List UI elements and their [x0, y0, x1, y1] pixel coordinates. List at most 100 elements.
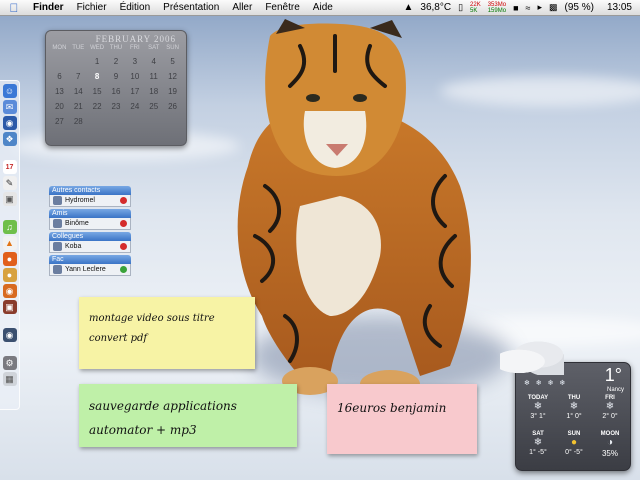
volume-icon[interactable]: ▸: [537, 2, 542, 13]
basketball-icon[interactable]: ◉: [2, 284, 17, 298]
network-monitor[interactable]: 22K 5K: [470, 2, 481, 14]
weekday-label: SUN: [166, 45, 179, 51]
buddy-row[interactable]: Yann Leclere: [49, 264, 131, 276]
calendar-day: [144, 117, 163, 126]
forecast-temps: 2° 0°: [602, 413, 618, 420]
weekday-label: FRI: [130, 45, 140, 51]
calendar-day: 2: [113, 57, 119, 66]
status-icon: [120, 220, 127, 227]
calendar-today: 8: [94, 72, 100, 81]
sticky-line: sauvegarde applications: [89, 399, 237, 413]
display-icon[interactable]: ▯: [458, 2, 463, 13]
menu-presentation[interactable]: Présentation: [158, 2, 227, 13]
temperature-readout[interactable]: 36,8°C: [420, 2, 451, 13]
trash-icon[interactable]: ▦: [2, 372, 17, 386]
sticky-line: montage video sous titre: [89, 313, 215, 324]
calendar-day: 19: [168, 87, 178, 96]
calendar-day: 6: [57, 72, 62, 81]
calendar-day: 17: [130, 87, 140, 96]
calendar-day: 1: [94, 57, 100, 66]
calendar-day: 4: [151, 57, 156, 66]
snow-icon: ❄: [533, 437, 543, 448]
calendar-day: 25: [149, 102, 159, 111]
buddy-row[interactable]: Hydromel: [49, 195, 131, 207]
calendar-day: 9: [113, 72, 119, 81]
system-preferences-icon[interactable]: ⚙: [2, 356, 17, 370]
forecast-temps: 1° -5°: [529, 449, 547, 456]
calendar-day: 18: [149, 87, 159, 96]
menu-aller[interactable]: Aller: [227, 2, 260, 13]
menu-bar:  Finder Fichier Édition Présentation Al…: [0, 0, 640, 16]
memory-monitor[interactable]: 353Mo 159Mo: [488, 2, 506, 14]
menu-fichier[interactable]: Fichier: [72, 2, 115, 13]
status-icon: [120, 243, 127, 250]
vlc-icon[interactable]: ▲: [2, 236, 17, 250]
photo-icon[interactable]: ▣: [2, 300, 17, 314]
avatar: [53, 242, 62, 251]
calendar-day: 24: [130, 102, 140, 111]
safari-icon[interactable]: ❖: [2, 132, 17, 146]
forecast-day: SAT ❄ 1° -5°: [520, 431, 556, 467]
sticky-note-green[interactable]: sauvegarde applications automator + mp3: [79, 384, 297, 447]
menu-clock[interactable]: 13:05: [607, 2, 632, 13]
calendar-day: [50, 57, 69, 66]
calendar-day: [125, 117, 144, 126]
sticky-note-pink[interactable]: 16euros benjamin: [327, 384, 477, 454]
menu-fenetre[interactable]: Fenêtre: [260, 2, 307, 13]
buddy-name: Hydromel: [65, 196, 95, 204]
preview-icon[interactable]: ▣: [2, 192, 17, 206]
current-temperature: 1°: [604, 365, 622, 385]
cloud-icon: [500, 341, 564, 375]
calendar-day: [88, 117, 107, 126]
forecast-day: FRI ❄ 2° 0°: [592, 395, 628, 431]
calendar-month-label: FEBRUARY 2006: [95, 34, 176, 44]
buddy-row[interactable]: Koba: [49, 241, 131, 253]
forecast-day: MOON ◑ 35%: [592, 431, 628, 467]
calendar-day: [69, 57, 88, 66]
temperature-monitor-icon[interactable]: ▲: [403, 2, 413, 13]
calendar-day: 10: [130, 72, 140, 81]
mail-icon[interactable]: ✉: [2, 100, 17, 114]
snow-icon: ❄: [605, 401, 615, 412]
weekday-label: TUE: [72, 45, 85, 51]
calendar-day: 3: [132, 57, 138, 66]
firefox-icon[interactable]: ●: [2, 252, 17, 266]
battery-percent[interactable]: (95 %): [565, 2, 594, 13]
avatar: [53, 219, 62, 228]
menu-extra-icon[interactable]: ■: [513, 3, 518, 13]
buddy-list-widget[interactable]: Autres contacts Hydromel Amis Binôme Collegu…: [49, 186, 131, 278]
gamepad-icon[interactable]: ◉: [2, 328, 17, 342]
menu-finder[interactable]: Finder: [28, 2, 72, 13]
itunes-icon[interactable]: ♫: [2, 220, 17, 234]
calendar-day: [107, 117, 126, 126]
buddy-name: Binôme: [65, 219, 89, 227]
menu-edition[interactable]: Édition: [115, 2, 159, 13]
calendar-day: 26: [168, 102, 178, 111]
weather-widget[interactable]: ❄ ❄ ❄ ❄ 1° Nancy TODAY ❄ 3° 1° THU ❄ 1° 0° FRI…: [500, 341, 631, 471]
calendar-grid: MON TUE WED THU FRI SAT SUN 1 2 3 4 5 6 7 8 9 10 11 12 13 14…: [50, 45, 182, 126]
camino-icon[interactable]: ●: [2, 268, 17, 282]
calendar-day: 27: [54, 117, 64, 126]
sticky-note-yellow[interactable]: montage video sous titre convert pdf: [79, 297, 255, 369]
weather-forecast-grid: TODAY ❄ 3° 1° THU ❄ 1° 0° FRI ❄ 2° 0° SAT ❄ 1° -5° S…: [520, 395, 628, 467]
snow-icon: ❄: [569, 401, 579, 412]
menu-aide[interactable]: Aide: [308, 2, 341, 13]
calendar-day: 15: [92, 87, 102, 96]
calendar-widget[interactable]: FEBRUARY 2006 MON TUE WED THU FRI SAT SUN 1 2 3 4 5…: [45, 30, 187, 146]
calendar-day: 22: [92, 102, 102, 111]
network-icon[interactable]: ◉: [2, 116, 17, 130]
avatar: [53, 265, 62, 274]
weekday-label: MON: [52, 45, 67, 51]
forecast-temps: 3° 1°: [530, 413, 546, 420]
wifi-icon[interactable]: ≈: [526, 3, 531, 13]
finder-icon[interactable]: ☺: [2, 84, 17, 98]
battery-icon[interactable]: ▩: [549, 2, 558, 13]
forecast-day: THU ❄ 1° 0°: [556, 395, 592, 431]
apple-icon[interactable]: : [0, 1, 28, 15]
textedit-icon[interactable]: ✎: [2, 176, 17, 190]
buddy-row[interactable]: Binôme: [49, 218, 131, 230]
calendar-day: 20: [54, 102, 64, 111]
ical-icon[interactable]: 17: [2, 160, 17, 174]
calendar-day: 14: [73, 87, 83, 96]
snow-icon: ❄ ❄ ❄ ❄: [524, 380, 568, 387]
